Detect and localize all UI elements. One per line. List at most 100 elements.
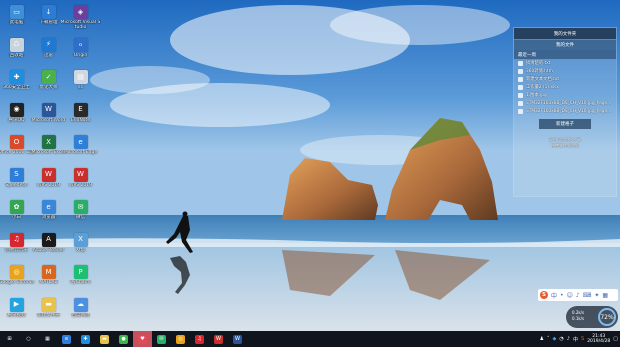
excel-icon: X: [41, 135, 56, 149]
360-security-icon: ✚: [9, 70, 24, 84]
people-icon[interactable]: ♟: [540, 336, 544, 342]
recent-file-name: 新建文本文档.txt: [526, 77, 560, 82]
desktop-shortcut-label: Origin: [73, 52, 88, 58]
taskbar-active-app-button[interactable]: ♥: [133, 331, 152, 347]
download-rate: 0.1k/s: [572, 316, 585, 321]
recent-file-item[interactable]: STM32F103x8B_DS_CH_V10.jpg_Page...: [514, 99, 616, 107]
keyboard-icon[interactable]: ⌨: [583, 292, 592, 299]
fences-files-panel[interactable]: 我的文件夹 我的文件 最近一周 搞清楚的.txt 360转储.htm 新建文本文档.…: [513, 27, 617, 197]
taskbar-wps-button[interactable]: W: [209, 331, 228, 347]
taskbar-word-button[interactable]: W: [228, 331, 247, 347]
recent-file-name: 360转储.htm: [526, 69, 553, 74]
notifications-icon[interactable]: ▢: [613, 336, 618, 342]
taskbar-green-app-button[interactable]: ●: [114, 331, 133, 347]
task-view-button[interactable]: ▦: [38, 331, 57, 347]
taskbar-active-app-icon: ♥: [138, 334, 147, 344]
ss-file-icon: ▤: [73, 70, 88, 84]
recent-file-item[interactable]: 新建文本文档.txt: [514, 75, 616, 83]
taskbar-green-app-icon: ●: [119, 334, 128, 344]
search-taskbar-button[interactable]: ○: [19, 331, 38, 347]
file-icon: [518, 92, 523, 98]
recent-file-name: STM32F103x8B_DS_CH_V10.jpg_Page...: [526, 100, 612, 106]
recent-file-item[interactable]: STM32F103x8B_DS_CH_V10.jpg_Page...: [514, 107, 616, 115]
desktop-shortcut-label: EndNote: [70, 117, 91, 123]
edge-icon: e: [73, 135, 88, 149]
baidu-netdisk-icon: ☁: [73, 297, 88, 312]
speedpan-icon: S: [9, 167, 24, 182]
sogou-logo-icon[interactable]: S: [540, 291, 548, 299]
matlab-icon: M: [41, 265, 56, 279]
clock-date: 2019/4/28: [587, 339, 611, 344]
file-icon: [518, 108, 523, 114]
punctuation-icon[interactable]: •: [560, 292, 564, 299]
tencent-video-icon: ▶: [9, 297, 24, 312]
ime-toolbar[interactable]: S 中 • ☺ ♪ ⌨ ✦ ▦: [538, 289, 618, 301]
memory-usage-gauge[interactable]: 72%: [598, 308, 616, 326]
volume-icon[interactable]: ♪: [567, 336, 570, 342]
desktop-shortcut-label: PyCharm: [70, 280, 91, 285]
recent-file-item[interactable]: 工作量2 (1).xlsx: [514, 83, 616, 91]
file-icon: [518, 68, 523, 74]
show-hidden-icons-chevron[interactable]: ˄: [547, 336, 550, 342]
recent-file-name: 1.图本.jpg: [526, 93, 547, 98]
system-tray: ♟ ˄ ◆ ◔ ♪ 中 S 21:43 2019/4/28 ▢: [540, 331, 620, 347]
taskbar-browser-button[interactable]: e: [57, 331, 76, 347]
recent-file-name: 工作量2 (1).xlsx: [526, 85, 559, 90]
desktop-shortcut[interactable]: P PyCharm: [64, 262, 97, 293]
desktop-shortcut-label: 微信: [76, 215, 85, 220]
taskbar-apps: ⊞ ○ ▦ e ✚ ▬ ● ♥ ✉ ◎ ♫ W W: [0, 331, 247, 347]
browser-icon: e: [41, 200, 56, 214]
origin-icon: ℴ: [73, 37, 88, 52]
panel-title[interactable]: 我的文件夹: [514, 28, 616, 39]
start-button: ⊞: [5, 334, 14, 344]
start-button[interactable]: ⊞: [0, 331, 19, 347]
file-icon: [518, 84, 523, 90]
ime-language-label[interactable]: 中: [551, 291, 557, 300]
desktop-shortcut-label: 百度网盘: [71, 312, 90, 318]
desktop-shortcut-label: Microsoft Visual Studio: [60, 20, 101, 30]
recent-file-item[interactable]: 1.图本.jpg: [514, 91, 616, 99]
desktop-shortcut-label: WPS 2019: [69, 182, 92, 188]
wifi-icon[interactable]: ◔: [559, 336, 563, 342]
clock[interactable]: 21:43 2019/4/28: [587, 334, 610, 345]
desktop-shortcut[interactable]: ✉ 微信: [64, 197, 97, 228]
recent-file-item[interactable]: 360转储.htm: [514, 67, 616, 75]
taskbar-wechat-button[interactable]: ✉: [152, 331, 171, 347]
security-tray-icon[interactable]: ◆: [553, 336, 557, 342]
desktop-shortcut[interactable]: ▤ ss: [64, 67, 97, 98]
desktop-shortcut[interactable]: ☁ 百度网盘: [64, 295, 97, 326]
network-speed-widget[interactable]: 0.2k/s 0.1k/s 72%: [566, 306, 618, 328]
toolbox-icon[interactable]: ▦: [602, 292, 608, 299]
desktop-shortcut[interactable]: W WPS 2019: [64, 165, 97, 196]
office-tools-icon: O: [9, 135, 24, 149]
microphone-icon[interactable]: ♪: [576, 292, 580, 299]
skin-icon[interactable]: ✦: [594, 292, 599, 299]
new-fence-button[interactable]: 新建格子: [539, 119, 591, 129]
desktop-shortcut[interactable]: ◈ Microsoft Visual Studio: [61, 2, 100, 33]
qq-icon: ◉: [9, 102, 24, 117]
netease-music-icon: ♫: [9, 232, 24, 247]
recent-file-item[interactable]: 搞清楚的.txt: [514, 59, 616, 67]
taskbar-chrome-icon: ◎: [176, 334, 185, 344]
emoji-icon[interactable]: ☺: [567, 292, 573, 299]
taskbar-360-icon: ✚: [81, 334, 90, 344]
search-taskbar-icon: ○: [24, 334, 33, 344]
new-folder-icon: ▬: [41, 297, 56, 312]
ime-tray-icon[interactable]: S: [581, 336, 584, 342]
language-indicator[interactable]: 中: [573, 336, 578, 343]
taskbar-netease-icon: ♫: [195, 334, 204, 344]
file-icon: [518, 60, 523, 66]
taskbar-360-button[interactable]: ✚: [76, 331, 95, 347]
visual-studio-icon: ◈: [73, 5, 88, 19]
desktop-shortcut[interactable]: ℴ Origin: [64, 35, 97, 66]
panel-subtitle[interactable]: 我的文件: [514, 39, 616, 50]
taskbar-explorer-button[interactable]: ▬: [95, 331, 114, 347]
taskbar-netease-button[interactable]: ♫: [190, 331, 209, 347]
taskbar-wechat-icon: ✉: [157, 334, 166, 344]
taskbar-chrome-button[interactable]: ◎: [171, 331, 190, 347]
desktop-shortcut[interactable]: E EndNote: [64, 100, 97, 131]
taskbar-wps-icon: W: [214, 334, 223, 344]
desktop-shortcut[interactable]: X Xftp: [64, 230, 97, 261]
desktop-shortcut[interactable]: e Microsoft Edge: [64, 132, 97, 163]
desktop-shortcut-label: Xftp: [75, 247, 86, 253]
